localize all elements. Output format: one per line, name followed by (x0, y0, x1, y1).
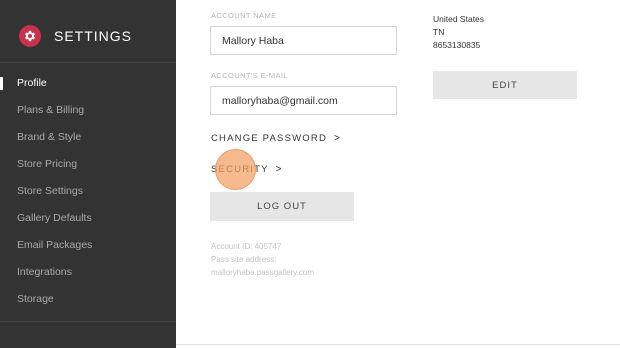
email-label: ACCOUNT'S E-MAIL (211, 71, 289, 80)
sidebar-item-gallery-defaults[interactable]: Gallery Defaults (0, 205, 176, 232)
logout-button[interactable]: LOG OUT (210, 192, 354, 221)
divider (0, 321, 176, 322)
sidebar: SETTINGS Profile Plans & Billing Brand &… (0, 0, 176, 348)
pass-site-label: Pass site address: (211, 255, 277, 264)
gear-icon (19, 25, 41, 47)
address-block: United States TN 8653130835 (433, 13, 484, 52)
sidebar-item-profile[interactable]: Profile (0, 70, 176, 97)
account-info: Account ID: 405747 Pass site address: ma… (211, 240, 314, 279)
address-state: TN (433, 27, 445, 37)
divider (176, 344, 620, 345)
address-phone: 8653130835 (433, 40, 481, 50)
sidebar-item-storage[interactable]: Storage (0, 286, 176, 313)
divider (0, 62, 176, 63)
security-link[interactable]: SECURITY > (211, 164, 283, 175)
sidebar-brand: SETTINGS (19, 23, 132, 49)
sidebar-title: SETTINGS (54, 28, 133, 44)
sidebar-item-store-pricing[interactable]: Store Pricing (0, 151, 176, 178)
change-password-label: CHANGE PASSWORD (211, 133, 328, 144)
account-name-label: ACCOUNT NAME (211, 11, 277, 20)
pass-site-address: malloryhaba.passgallery.com (211, 268, 315, 277)
sidebar-nav: Profile Plans & Billing Brand & Style St… (0, 70, 176, 313)
sidebar-item-brand-style[interactable]: Brand & Style (0, 124, 176, 151)
chevron-right-icon: > (334, 133, 342, 144)
address-country: United States (433, 14, 485, 24)
security-label: SECURITY (211, 164, 269, 175)
account-name-input[interactable] (210, 26, 397, 55)
sidebar-item-store-settings[interactable]: Store Settings (0, 178, 176, 205)
sidebar-item-plans-billing[interactable]: Plans & Billing (0, 97, 176, 124)
account-id: Account ID: 405747 (211, 242, 282, 251)
change-password-link[interactable]: CHANGE PASSWORD > (211, 133, 341, 144)
sidebar-item-email-packages[interactable]: Email Packages (0, 232, 176, 259)
email-input[interactable] (210, 86, 397, 115)
edit-button[interactable]: EDIT (433, 71, 577, 99)
sidebar-item-integrations[interactable]: Integrations (0, 259, 176, 286)
chevron-right-icon: > (275, 164, 283, 175)
